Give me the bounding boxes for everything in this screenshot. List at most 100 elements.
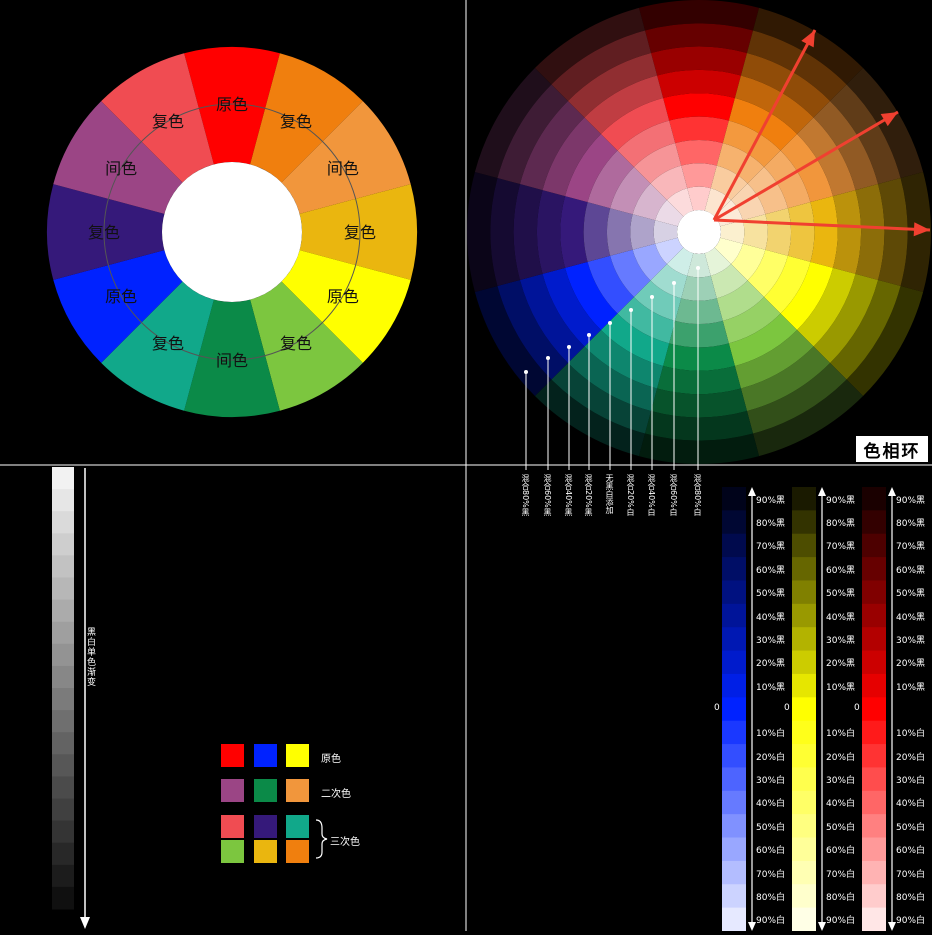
ring-label: 混合40%黑 — [564, 474, 573, 516]
ring-label: 混合20%白 — [626, 474, 635, 516]
wheel-segment-label: 复色 — [280, 112, 312, 131]
legend-swatch — [221, 815, 244, 838]
tint-cell — [722, 603, 746, 628]
tint-label: 50%白 — [756, 822, 786, 833]
tint-label: 70%白 — [756, 869, 786, 880]
tint-label: 10%白 — [826, 729, 856, 740]
tint-arrow-head-up — [818, 487, 826, 496]
wheel-segment-label: 复色 — [152, 112, 184, 131]
tint-cell — [792, 627, 816, 652]
tint-label: 80%黑 — [756, 519, 786, 530]
tint-label: 10%黑 — [896, 682, 926, 693]
wheel-segment-label: 复色 — [88, 223, 120, 242]
ring-label: 混合60%白 — [669, 474, 678, 516]
tint-cell — [792, 697, 816, 722]
tint-label: 20%黑 — [896, 659, 926, 670]
hue-ring-cell — [675, 298, 723, 324]
legend-label: 二次色 — [321, 789, 351, 800]
tint-label: 80%白 — [896, 892, 926, 903]
legend-swatch — [254, 840, 277, 863]
hue-ring-cell — [681, 275, 717, 301]
tint-label: 50%黑 — [826, 589, 856, 600]
gray-step — [52, 776, 74, 799]
gray-step — [52, 643, 74, 667]
tint-label: 40%白 — [826, 799, 856, 810]
tint-label: 80%黑 — [826, 519, 856, 530]
tint-label: 50%白 — [826, 822, 856, 833]
tint-label: 0 — [854, 703, 860, 713]
hue-ring-cell — [787, 202, 815, 262]
hue-ring-cell — [810, 196, 838, 268]
tint-cell — [862, 860, 886, 885]
tint-cell — [792, 720, 816, 745]
tint-arrow-head-up — [888, 487, 896, 496]
gray-step — [52, 511, 74, 534]
tint-cell — [862, 814, 886, 839]
tint-cell — [722, 884, 746, 909]
gray-step — [52, 599, 74, 623]
hue-ring-cell — [663, 93, 735, 121]
tint-label: 30%黑 — [756, 635, 786, 646]
ring-label: 混合20%黑 — [584, 474, 593, 516]
hue-ring-cell — [675, 140, 723, 166]
tint-cell — [722, 907, 746, 932]
wheel-segment-label: 复色 — [280, 334, 312, 353]
tint-label: 90%黑 — [826, 495, 856, 506]
hue-ring-cell — [630, 214, 656, 250]
tint-cell — [792, 860, 816, 885]
legend-swatch — [221, 779, 244, 802]
gray-step — [52, 886, 74, 910]
tint-cell — [722, 580, 746, 605]
tint-label: 60%黑 — [826, 565, 856, 576]
tint-cell — [722, 627, 746, 652]
grayscale-strip — [52, 467, 90, 929]
tint-cell — [722, 720, 746, 745]
ring-label: 混合60%黑 — [543, 474, 552, 516]
tint-cell — [862, 510, 886, 535]
tint-label: 60%白 — [756, 846, 786, 857]
wheel-segment-label: 原色 — [216, 95, 248, 114]
tint-label: 30%白 — [826, 776, 856, 787]
tint-cell — [792, 650, 816, 675]
tint-label: 90%白 — [896, 916, 926, 927]
basic-color-wheel: 原色复色间色复色原色复色间色复色原色复色间色复色 — [47, 47, 418, 417]
tint-label: 80%白 — [826, 892, 856, 903]
tint-cell — [722, 767, 746, 792]
tint-cell — [722, 744, 746, 768]
hue-ring-cell — [583, 202, 611, 262]
tint-cell — [792, 673, 816, 698]
tint-label: 60%黑 — [896, 565, 926, 576]
tint-label: 90%黑 — [896, 495, 926, 506]
gray-step — [52, 754, 74, 777]
tint-cell — [862, 907, 886, 932]
legend-label: 三次色 — [330, 837, 360, 848]
tint-cell — [792, 557, 816, 581]
legend-swatch — [286, 779, 309, 802]
tint-cell — [722, 673, 746, 698]
tint-label: 10%黑 — [826, 682, 856, 693]
tint-cell — [722, 860, 746, 885]
tint-cell — [722, 790, 746, 815]
hue-ring-cell — [742, 214, 768, 250]
tint-label: 70%白 — [826, 869, 856, 880]
tint-arrow-head-down — [888, 922, 896, 931]
legend-label: 原色 — [321, 754, 341, 765]
tint-label: 60%白 — [896, 846, 926, 857]
tint-label: 20%黑 — [756, 659, 786, 670]
tint-cell — [792, 744, 816, 768]
gray-step — [52, 710, 74, 733]
gray-step — [52, 665, 74, 689]
tint-label: 90%白 — [756, 916, 786, 927]
tint-cell — [722, 837, 746, 862]
tint-label: 70%黑 — [826, 542, 856, 553]
tint-label: 80%黑 — [896, 519, 926, 530]
tint-arrow-head-down — [818, 922, 826, 931]
gray-step — [52, 842, 74, 866]
tint-cell — [862, 603, 886, 628]
tint-cell — [722, 533, 746, 558]
tint-cell — [862, 767, 886, 792]
gray-step — [52, 489, 74, 512]
tint-label: 90%黑 — [756, 495, 786, 506]
tint-arrow-head-up — [748, 487, 756, 496]
hue-ring-cell — [681, 163, 717, 189]
